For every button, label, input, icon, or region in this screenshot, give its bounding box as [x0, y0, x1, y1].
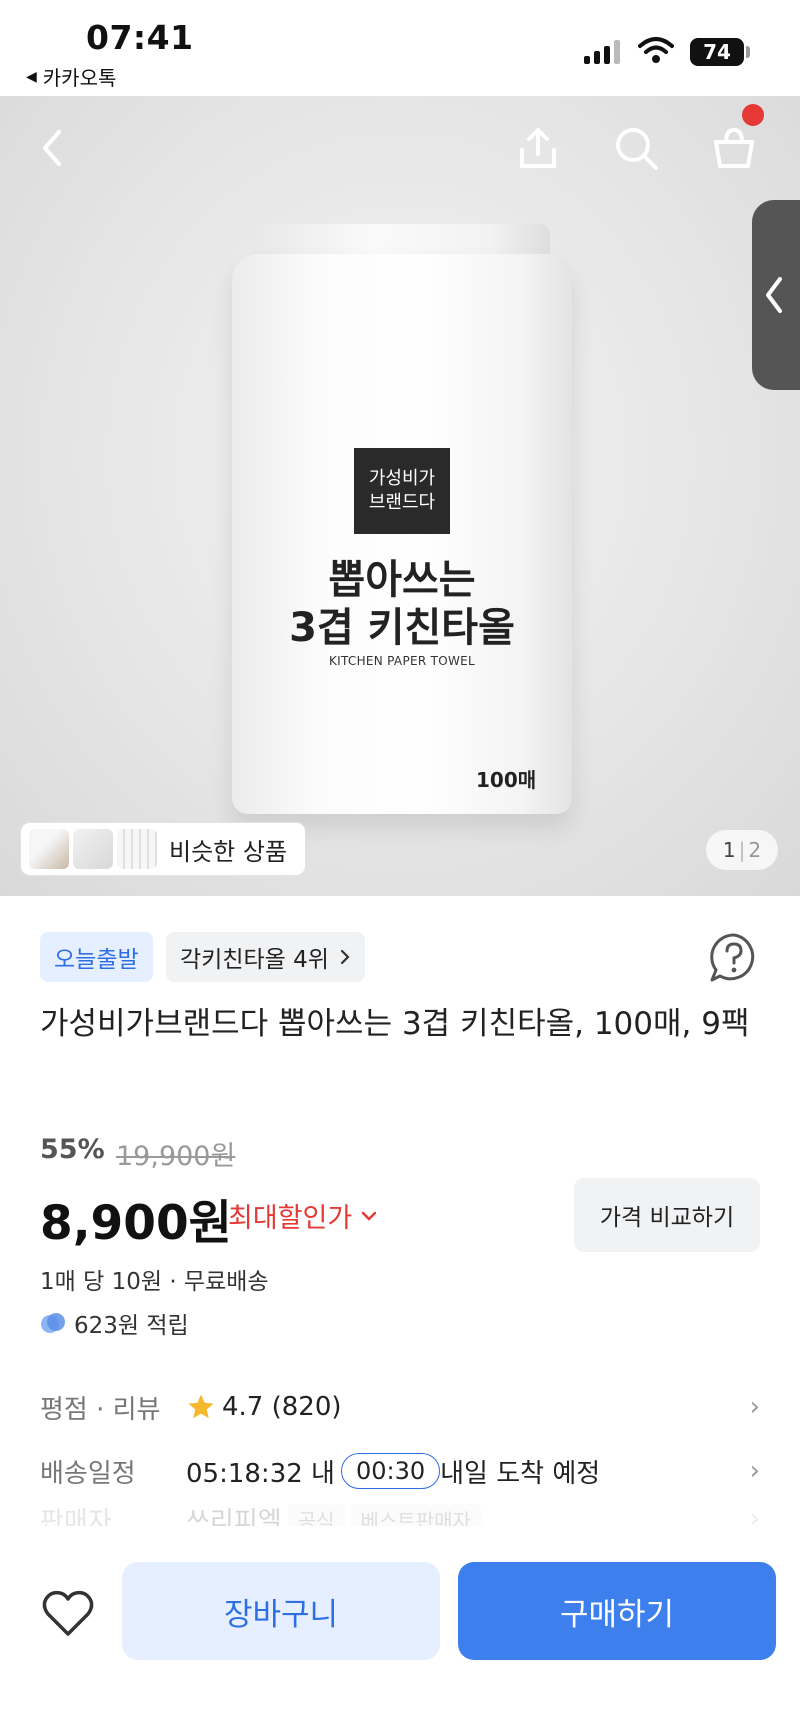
similar-thumb	[73, 829, 113, 869]
cart-badge	[742, 104, 764, 126]
star-icon	[188, 1394, 214, 1419]
rating-review-value: 4.7 (820)	[186, 1392, 736, 1422]
package-subtitle: KITCHEN PAPER TOWEL	[328, 654, 476, 668]
delivery-cutoff: 05:18:32 내	[186, 1458, 335, 1489]
sale-price: 8,900원	[40, 1196, 232, 1251]
chevron-left-icon	[43, 130, 61, 166]
delivery-schedule-row[interactable]: 배송일정 05:18:32 내 00:30 내일 도착 예정 ›	[40, 1446, 760, 1496]
bottom-action-bar: 장바구니 구매하기	[0, 1526, 800, 1731]
package-body	[232, 254, 572, 814]
back-button[interactable]	[30, 116, 74, 180]
status-bar: 07:41 ◀ 카카오톡 74	[0, 0, 800, 96]
side-panel-tab[interactable]	[752, 200, 800, 390]
search-icon	[616, 128, 658, 170]
wifi-icon	[638, 37, 674, 63]
package-title: 뽑아쓰는 3겹 키친타올	[232, 556, 572, 652]
chevron-right-icon: ›	[749, 1392, 760, 1422]
product-photo: 가성비가 브랜드다 뽑아쓰는 3겹 키친타올 KITCHEN PAPER TOW…	[232, 224, 572, 814]
chevron-right-icon: ›	[749, 1456, 760, 1486]
pager-total: 2	[748, 838, 762, 862]
reward-points: 623원 적립	[40, 1306, 189, 1340]
chevron-down-icon	[362, 1211, 377, 1221]
add-to-cart-button[interactable]: 장바구니	[122, 1562, 440, 1660]
share-icon	[520, 128, 556, 168]
battery-icon: 74	[690, 38, 744, 66]
price-compare-button[interactable]: 가격 비교하기	[574, 1178, 760, 1252]
package-title-line1: 뽑아쓰는	[328, 557, 476, 603]
similar-thumb	[29, 829, 69, 869]
package-brand-line1: 가성비가	[368, 468, 436, 489]
back-to-app-link[interactable]: ◀ 카카오톡	[26, 62, 116, 91]
today-ship-badge: 오늘출발	[40, 932, 153, 982]
package-brand-line2: 브랜드다	[368, 492, 436, 513]
original-price: 19,900원	[116, 1141, 236, 1172]
similar-products-button[interactable]: 비슷한 상품	[20, 822, 306, 876]
chevron-left-icon	[766, 277, 782, 313]
similar-products-label: 비슷한 상품	[169, 837, 288, 866]
delivery-timer: 00:30	[340, 1453, 441, 1489]
search-button[interactable]	[606, 116, 666, 180]
unit-price-shipping: 1매 당 10원 · 무료배송	[40, 1269, 269, 1295]
package-brand-label: 가성비가 브랜드다	[354, 448, 450, 534]
rating-review-key: 평점 · 리뷰	[40, 1394, 161, 1425]
coin-icon	[41, 1313, 65, 1333]
battery-tip	[746, 46, 750, 58]
pager-separator: |	[738, 838, 746, 862]
max-discount-label: 최대할인가	[228, 1203, 353, 1234]
category-rank-label: 각키친타올 4위	[180, 947, 329, 973]
share-button[interactable]	[508, 116, 568, 180]
chevron-right-icon	[340, 949, 350, 965]
discount-rate: 55%	[40, 1134, 105, 1165]
rating-review-row[interactable]: 평점 · 리뷰 4.7 (820) ›	[40, 1382, 760, 1432]
heart-icon[interactable]	[40, 1586, 96, 1642]
package-count: 100매	[476, 768, 537, 792]
reward-points-label: 623원 적립	[74, 1313, 189, 1339]
image-pager: 1 | 2	[706, 830, 778, 870]
clock: 07:41	[86, 18, 194, 57]
category-rank-link[interactable]: 각키친타올 4위	[166, 932, 365, 982]
max-discount-toggle[interactable]: 최대할인가	[228, 1196, 378, 1235]
pager-current: 1	[722, 838, 736, 862]
delivery-schedule-value: 05:18:32 내 00:30 내일 도착 예정	[186, 1453, 736, 1490]
delivery-schedule-key: 배송일정	[40, 1458, 136, 1489]
cellular-signal-icon	[584, 40, 620, 64]
product-image-carousel[interactable]: 가성비가 브랜드다 뽑아쓰는 3겹 키친타올 KITCHEN PAPER TOW…	[0, 96, 800, 896]
back-triangle-icon: ◀	[26, 68, 37, 85]
similar-thumb	[117, 829, 157, 869]
buy-now-button[interactable]: 구매하기	[458, 1562, 776, 1660]
question-chat-icon[interactable]	[708, 932, 760, 984]
delivery-eta: 내일 도착 예정	[440, 1458, 601, 1489]
product-title: 가성비가브랜드다 뽑아쓰는 3겹 키친타올, 100매, 9팩	[40, 1006, 750, 1042]
package-title-line2: 3겹 키친타올	[289, 605, 515, 651]
rating-score: 4.7 (820)	[222, 1392, 342, 1422]
back-app-label: 카카오톡	[42, 66, 117, 90]
cart-icon	[714, 127, 754, 168]
